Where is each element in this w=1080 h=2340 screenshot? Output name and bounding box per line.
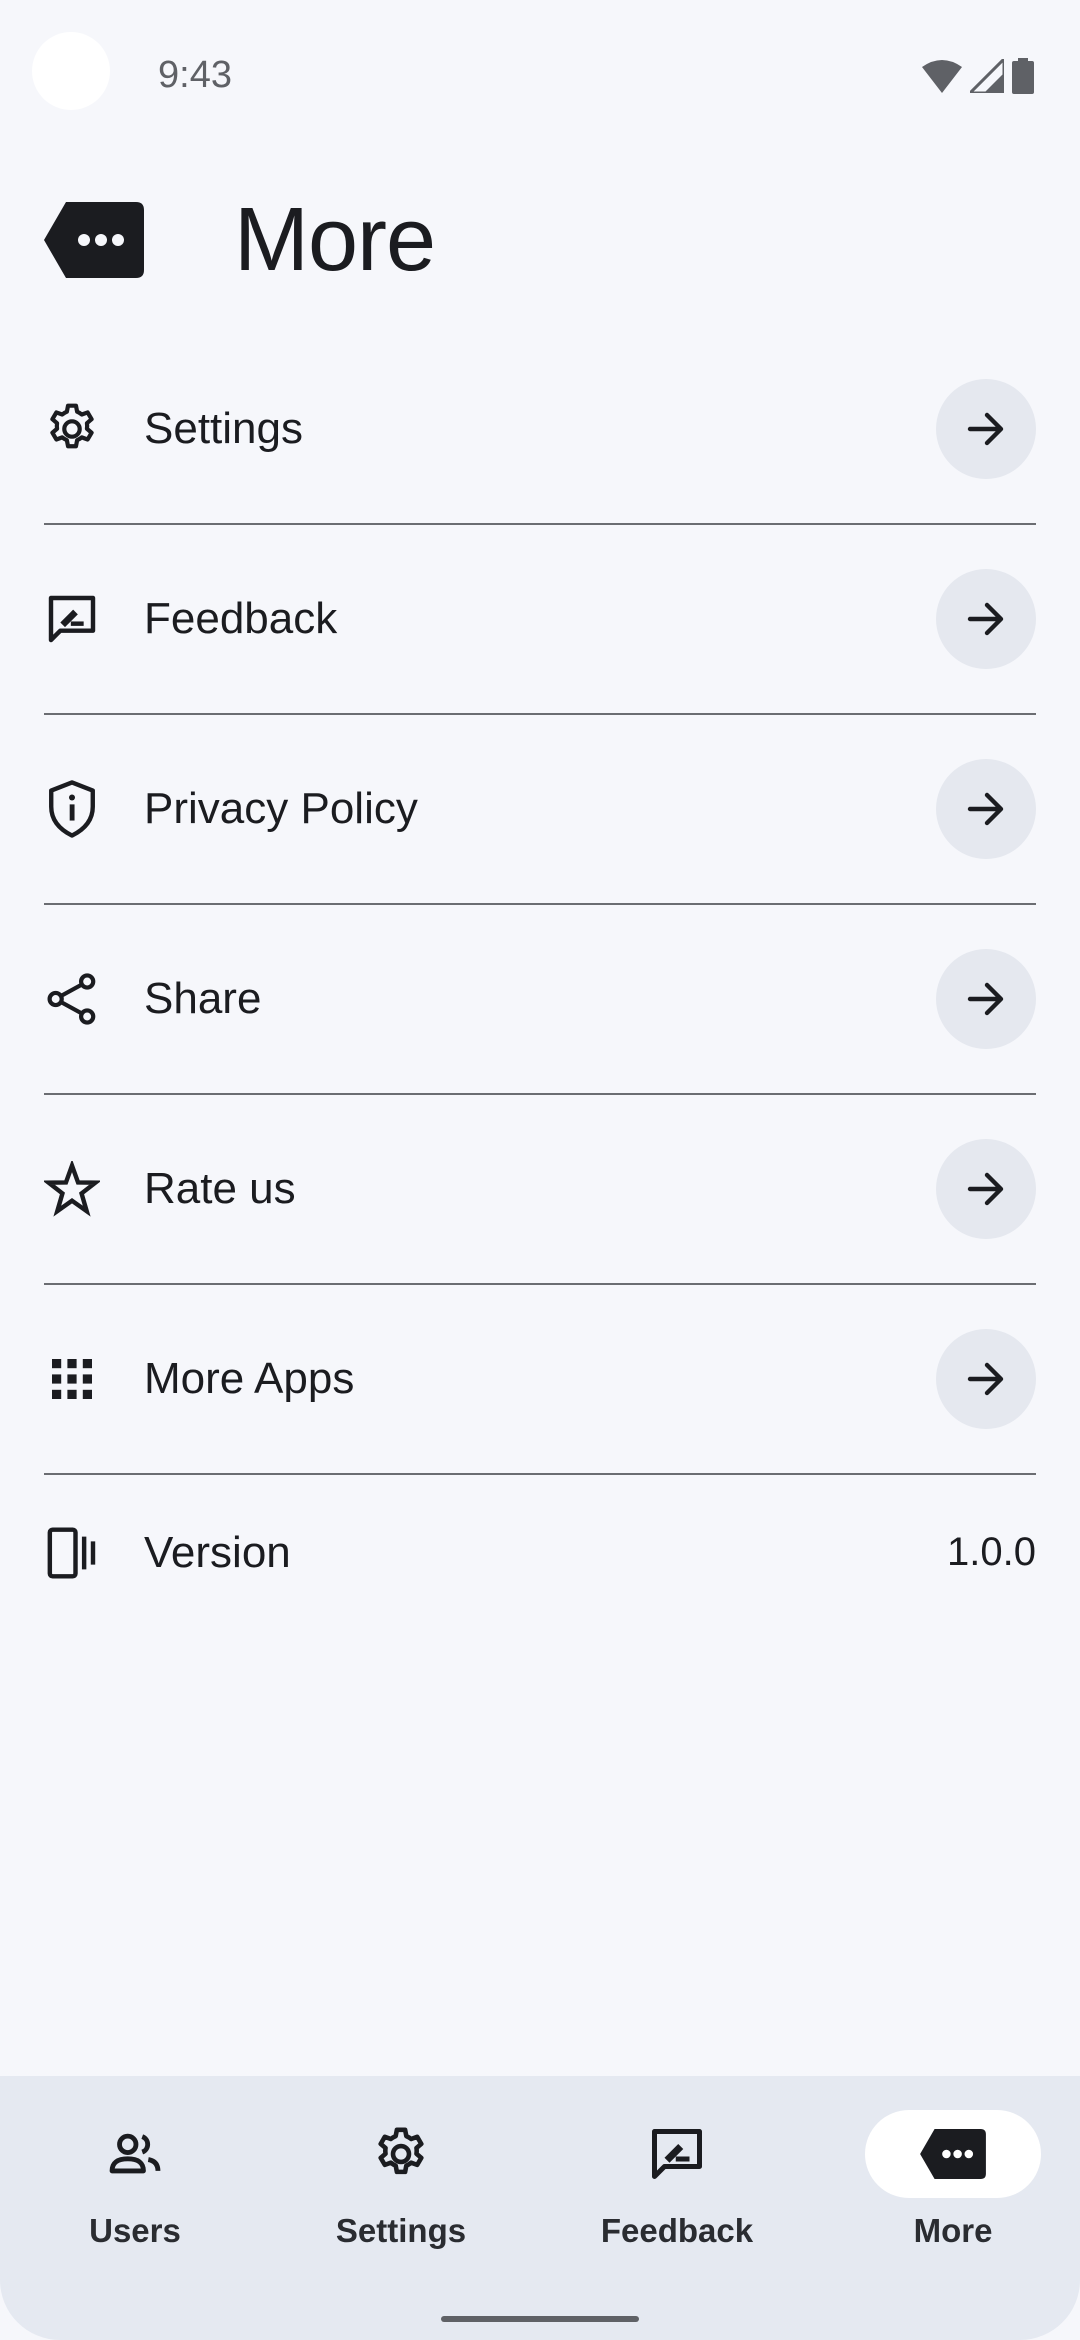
arrow-forward-button[interactable] <box>936 759 1036 859</box>
nav-icon-container <box>313 2110 489 2198</box>
menu-item-rate-us[interactable]: Rate us <box>44 1095 1036 1285</box>
arrow-right-icon <box>967 1362 1004 1396</box>
nav-item-users[interactable]: Users <box>0 2076 270 2316</box>
nav-item-more[interactable]: More <box>818 2076 1080 2316</box>
star-icon <box>44 1161 100 1217</box>
arrow-right-icon <box>967 412 1004 446</box>
nav-label: More <box>913 2212 993 2249</box>
page-title: More <box>234 190 436 290</box>
more-label-icon <box>920 2129 986 2179</box>
more-label-icon <box>44 202 144 278</box>
bottom-navigation: Users Settings Feedback More <box>0 2076 1080 2340</box>
version-row: Version 1.0.0 <box>44 1475 1036 1630</box>
users-icon <box>109 2133 161 2174</box>
nav-icon-container-active <box>865 2110 1041 2198</box>
gear-icon <box>44 401 100 457</box>
nav-icon-container <box>47 2110 223 2198</box>
home-indicator[interactable] <box>441 2316 639 2322</box>
arrow-right-icon <box>967 982 1004 1016</box>
feedback-icon <box>44 591 100 647</box>
status-icons <box>922 56 1034 96</box>
page-header: More <box>44 185 436 295</box>
menu-item-label: Rate us <box>144 1164 296 1213</box>
device-vibrate-icon <box>44 1523 100 1583</box>
menu-list: Settings Feedback Privacy Policy Share R… <box>44 335 1036 1630</box>
battery-icon <box>1012 58 1034 94</box>
arrow-forward-button[interactable] <box>936 379 1036 479</box>
camera-cutout <box>32 32 110 110</box>
arrow-forward-button[interactable] <box>936 1329 1036 1429</box>
signal-icon <box>970 59 1004 93</box>
arrow-forward-button[interactable] <box>936 569 1036 669</box>
arrow-forward-button[interactable] <box>936 949 1036 1049</box>
menu-item-more-apps[interactable]: More Apps <box>44 1285 1036 1475</box>
app-screen: 9:43 More Settings Feedback Privacy Poli… <box>0 0 1080 2340</box>
menu-item-share[interactable]: Share <box>44 905 1036 1095</box>
nav-icon-container <box>589 2110 765 2198</box>
status-time: 9:43 <box>158 54 232 96</box>
menu-item-label: More Apps <box>144 1354 355 1403</box>
shield-info-icon <box>44 780 100 838</box>
nav-label: Settings <box>335 2212 467 2249</box>
menu-item-settings[interactable]: Settings <box>44 335 1036 525</box>
version-value: 1.0.0 <box>947 1530 1036 1574</box>
feedback-icon <box>652 2129 702 2179</box>
menu-item-label: Share <box>144 974 262 1023</box>
arrow-right-icon <box>967 602 1004 636</box>
share-icon <box>44 971 100 1027</box>
apps-grid-icon <box>44 1351 100 1407</box>
menu-item-feedback[interactable]: Feedback <box>44 525 1036 715</box>
menu-item-privacy-policy[interactable]: Privacy Policy <box>44 715 1036 905</box>
version-label: Version <box>144 1527 291 1577</box>
nav-label: Users <box>89 2212 181 2249</box>
menu-item-label: Privacy Policy <box>144 784 418 833</box>
arrow-forward-button[interactable] <box>936 1139 1036 1239</box>
menu-item-label: Feedback <box>144 594 338 643</box>
arrow-right-icon <box>967 792 1004 826</box>
status-bar: 9:43 <box>0 0 1080 140</box>
gear-icon <box>378 2127 424 2175</box>
nav-item-feedback[interactable]: Feedback <box>542 2076 812 2316</box>
wifi-icon <box>922 60 962 93</box>
nav-label: Feedback <box>600 2212 754 2249</box>
arrow-right-icon <box>967 1172 1004 1206</box>
nav-item-settings[interactable]: Settings <box>266 2076 536 2316</box>
menu-item-label: Settings <box>144 404 303 453</box>
